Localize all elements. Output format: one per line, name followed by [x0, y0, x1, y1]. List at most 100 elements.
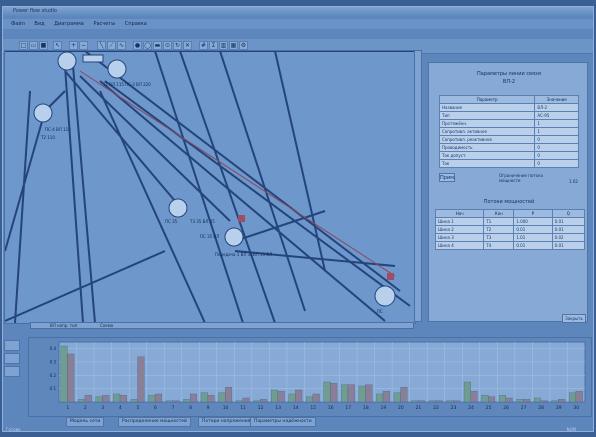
bar: [540, 400, 548, 403]
busbar-tool-icon[interactable]: ▬: [153, 41, 162, 50]
calc-icon[interactable]: Σ: [209, 41, 218, 50]
menu-calc[interactable]: Расчеты: [93, 21, 115, 27]
bar: [481, 395, 489, 403]
switch-marker: [387, 273, 394, 280]
bar: [260, 399, 268, 403]
zoom-out-icon[interactable]: −: [79, 41, 88, 50]
zoom-in-icon[interactable]: +: [69, 41, 78, 50]
flow-cell: Т4: [483, 241, 515, 250]
bar: [113, 393, 121, 403]
canvas-tab-2[interactable]: Схема: [100, 322, 113, 329]
side-tab[interactable]: [4, 340, 20, 351]
losses-chart-panel: 0.4 0.3 0.2 0.1 1 2 3 4 5 6 7 8 9 10 11 12 13 14 15 16 17 18…: [28, 337, 592, 417]
open-icon[interactable]: ▭: [29, 41, 38, 50]
bar: [235, 400, 243, 403]
node-label: Т3 35 ВЛ 35: [189, 219, 215, 224]
bar: [78, 399, 86, 403]
bar: [365, 384, 373, 403]
x-tick-label: 20: [398, 405, 404, 411]
canvas-horizontal-scrollbar[interactable]: [30, 322, 414, 329]
bar: [60, 345, 68, 403]
bar: [505, 397, 513, 403]
flow-header: Нач: [434, 209, 485, 218]
chart-side-tabs: [4, 340, 20, 379]
flow-cell: Шина 1: [434, 217, 485, 226]
line-segment: [72, 65, 96, 323]
bar: [417, 400, 425, 403]
node-label: Передача 1 ВЛ 35: [215, 252, 253, 257]
node-label: ПС 35: [165, 219, 178, 224]
bar: [347, 384, 355, 403]
prop-value[interactable]: АС-95: [534, 111, 579, 120]
bar: [498, 395, 506, 403]
menu-diagram[interactable]: Диаграмма: [54, 21, 84, 27]
menu-file[interactable]: Файл: [11, 21, 25, 27]
bar: [148, 395, 156, 403]
bottom-tab-strip: Модель сети Распределение мощностей Поте…: [28, 417, 592, 427]
bar: [358, 385, 366, 403]
grid-icon[interactable]: #: [199, 41, 208, 50]
prop-value[interactable]: 1: [534, 127, 579, 136]
y-tick-label: 0.1: [50, 386, 57, 391]
bar: [400, 387, 408, 403]
new-icon[interactable]: □: [19, 41, 28, 50]
prop-value[interactable]: 0: [534, 159, 579, 168]
close-button[interactable]: Закрыть: [562, 314, 586, 323]
side-tab[interactable]: [4, 353, 20, 364]
apply-button[interactable]: Прим.: [439, 173, 456, 182]
x-tick-label: 25: [486, 405, 492, 411]
x-tick-label: 14: [293, 405, 299, 411]
bar: [218, 392, 226, 403]
transformer-tool-icon[interactable]: ◯: [143, 41, 152, 50]
canvas-vertical-scrollbar[interactable]: [414, 50, 422, 322]
prop-value[interactable]: 0: [534, 143, 579, 152]
window-title: Power flow studio: [3, 7, 593, 16]
bar: [488, 396, 496, 403]
prop-value[interactable]: 1: [534, 119, 579, 128]
line-tool-icon[interactable]: ╲: [97, 41, 106, 50]
node-label: Т1 ВЛ 115: [102, 82, 124, 87]
flow-cell: 1.000: [513, 217, 553, 226]
pointer-icon[interactable]: ↖: [53, 41, 62, 50]
x-tick-label: 10: [223, 405, 229, 411]
table-icon[interactable]: ▦: [229, 41, 238, 50]
settings-icon[interactable]: ⚙: [239, 41, 248, 50]
bar: [376, 393, 384, 403]
rotate-icon[interactable]: ↻: [173, 41, 182, 50]
node-bus-5: [224, 227, 244, 247]
bar: [84, 395, 92, 403]
curve-tool-icon[interactable]: ∿: [117, 41, 126, 50]
node-label: ПС-4 ВЛ 110: [45, 127, 71, 132]
bar: [119, 395, 127, 403]
x-tick-label: 29: [556, 405, 562, 411]
bar-chart: 0.40.30.20.1 1 2 3 4 5 6 7 8 9 10 11 12 13 14 15 16 17 18…: [50, 341, 586, 411]
menu-help[interactable]: Справка: [125, 21, 147, 27]
node-bus-3: [33, 103, 53, 123]
chart-icon[interactable]: ▥: [219, 41, 228, 50]
side-tab[interactable]: [4, 366, 20, 377]
diagram-canvas[interactable]: Т1 ВЛ 115 ПС-3 ВЛ 220 ПС-4 ВЛ 110 Т2 110…: [4, 50, 416, 324]
menu-view[interactable]: Вид: [34, 21, 44, 27]
prop-value[interactable]: ВЛ-2: [534, 103, 579, 112]
x-tick-label: 26: [503, 405, 509, 411]
save-icon[interactable]: ■: [39, 41, 48, 50]
delete-icon[interactable]: ✕: [183, 41, 192, 50]
polyline-tool-icon[interactable]: ⟋: [107, 41, 116, 50]
node-tool-icon[interactable]: ●: [133, 41, 142, 50]
properties-panel: Параметры линии связи ВЛ-2 Параметр Знач…: [428, 62, 588, 322]
bar: [95, 396, 103, 403]
x-tick-label: 28: [538, 405, 544, 411]
prop-value[interactable]: 0: [534, 135, 579, 144]
bar: [253, 400, 261, 403]
apply-value: 1.02: [569, 179, 578, 184]
network-diagram: Т1 ВЛ 115 ПС-3 ВЛ 220 ПС-4 ВЛ 110 Т2 110…: [5, 51, 415, 323]
prop-header-name: Параметр: [438, 95, 536, 104]
canvas-tab-1[interactable]: ВЛ напр. тип: [50, 322, 77, 329]
flow-cell: Шина 3: [434, 233, 485, 242]
x-tick-label: 23: [451, 405, 457, 411]
bar: [200, 392, 208, 403]
generator-tool-icon[interactable]: ⊙: [163, 41, 172, 50]
panel-subtitle: ВЛ-2: [502, 79, 516, 85]
prop-value[interactable]: 0: [534, 151, 579, 160]
flow-cell: Шина 4: [434, 241, 485, 250]
